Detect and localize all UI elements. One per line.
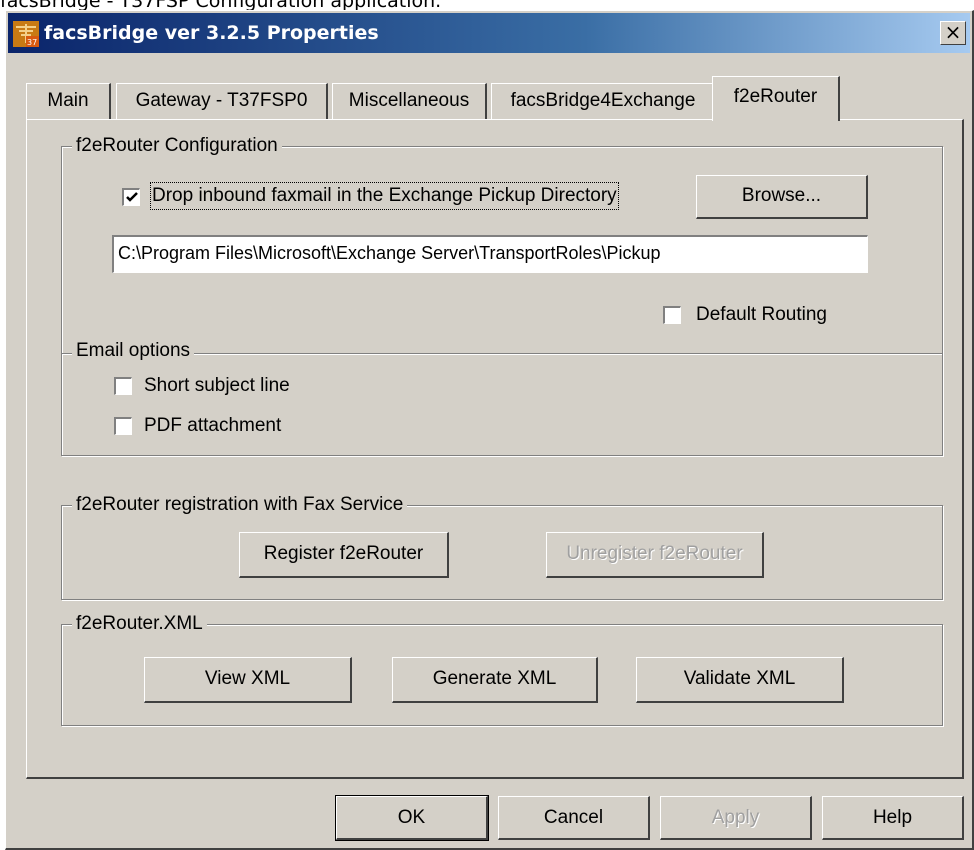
close-button[interactable]: × <box>940 21 966 45</box>
register-button-label: Register f2eRouter <box>263 543 424 564</box>
generate-xml-button[interactable]: Generate XML <box>392 657 598 703</box>
facsbridge-t37-icon: 37 <box>13 21 39 47</box>
short-subject-label[interactable]: Short subject line <box>144 374 290 398</box>
window-title: facsBridge ver 3.2.5 Properties <box>44 22 379 44</box>
xml-legend: f2eRouter.XML <box>72 612 207 636</box>
validate-xml-label: Validate XML <box>683 668 796 689</box>
short-subject-checkbox[interactable] <box>114 377 132 395</box>
email-options-legend: Email options <box>72 339 195 363</box>
tab-facsbridge4exchange[interactable]: facsBridge4Exchange <box>491 83 716 119</box>
apply-button[interactable]: Apply <box>660 796 812 840</box>
ok-button[interactable]: OK <box>335 795 489 841</box>
validate-xml-button[interactable]: Validate XML <box>636 657 844 703</box>
pdf-attachment-label[interactable]: PDF attachment <box>144 414 281 438</box>
configuration-legend: f2eRouter Configuration <box>72 134 282 158</box>
default-routing-label[interactable]: Default Routing <box>696 303 827 327</box>
registration-group: f2eRouter registration with Fax Service … <box>61 493 943 600</box>
close-icon[interactable]: × <box>945 20 962 44</box>
tab-label: f2eRouter <box>733 86 818 107</box>
tab-miscellaneous[interactable]: Miscellaneous <box>332 83 487 119</box>
cancel-button-label: Cancel <box>543 807 604 828</box>
unregister-button-label: Unregister f2eRouter <box>566 543 743 564</box>
svg-text:37: 37 <box>27 38 37 47</box>
unregister-f2erouter-button[interactable]: Unregister f2eRouter <box>546 532 764 578</box>
f2erouter-configuration-group: f2eRouter Configuration Drop inbound fax… <box>61 134 943 456</box>
tab-gateway[interactable]: Gateway - T37FSP0 <box>116 83 328 119</box>
registration-legend: f2eRouter registration with Fax Service <box>72 493 408 517</box>
pdf-attachment-checkbox[interactable] <box>114 417 132 435</box>
default-routing-checkbox[interactable] <box>663 306 681 324</box>
apply-button-label: Apply <box>711 807 760 828</box>
tab-label: Main <box>47 90 89 111</box>
checkmark-icon <box>126 192 138 202</box>
help-button[interactable]: Help <box>822 796 964 840</box>
help-button-label: Help <box>872 807 913 828</box>
xml-group: f2eRouter.XML View XML Generate XML Vali… <box>61 612 943 726</box>
pickup-directory-field[interactable]: C:\Program Files\Microsoft\Exchange Serv… <box>112 235 868 273</box>
title-bar[interactable]: 37 facsBridge ver 3.2.5 Properties × <box>8 13 970 53</box>
generate-xml-label: Generate XML <box>432 668 557 689</box>
browse-button-label: Browse... <box>741 185 822 206</box>
cancel-button[interactable]: Cancel <box>498 796 650 840</box>
tab-label: Gateway - T37FSP0 <box>135 90 308 111</box>
tab-f2erouter[interactable]: f2eRouter <box>712 76 840 121</box>
register-f2erouter-button[interactable]: Register f2eRouter <box>239 532 449 578</box>
tab-label: Miscellaneous <box>348 90 470 111</box>
tab-label: facsBridge4Exchange <box>510 90 696 111</box>
ok-button-label: OK <box>397 807 426 828</box>
view-xml-label: View XML <box>204 668 291 689</box>
browse-button[interactable]: Browse... <box>696 175 868 219</box>
drop-inbound-label[interactable]: Drop inbound faxmail in the Exchange Pic… <box>150 182 619 210</box>
tab-main[interactable]: Main <box>26 83 111 119</box>
properties-dialog: 37 facsBridge ver 3.2.5 Properties × Mai… <box>5 10 974 850</box>
tab-panel-f2erouter: f2eRouter Configuration Drop inbound fax… <box>26 119 964 779</box>
view-xml-button[interactable]: View XML <box>144 657 352 703</box>
drop-inbound-checkbox[interactable] <box>122 188 140 206</box>
